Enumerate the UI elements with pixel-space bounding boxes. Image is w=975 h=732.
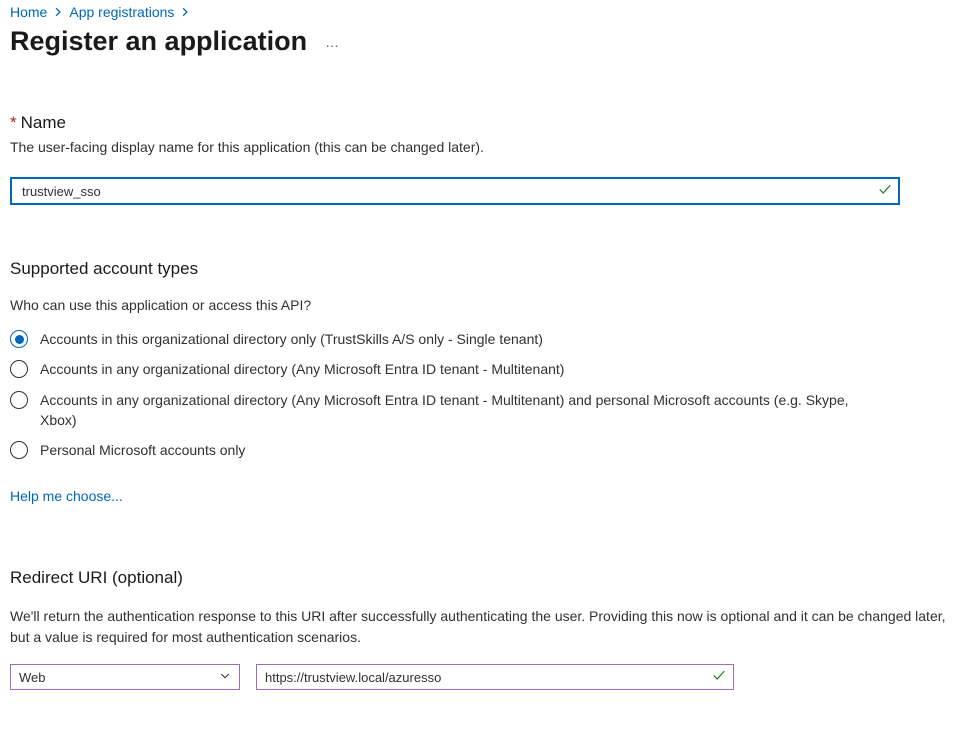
radio-selected-icon xyxy=(10,330,28,348)
account-type-option-single-tenant[interactable]: Accounts in this organizational director… xyxy=(10,329,965,349)
radio-unselected-icon xyxy=(10,360,28,378)
chevron-right-icon xyxy=(53,4,63,20)
app-name-input[interactable] xyxy=(10,177,900,205)
checkmark-icon xyxy=(712,669,726,686)
account-type-option-multitenant[interactable]: Accounts in any organizational directory… xyxy=(10,359,965,379)
breadcrumb-app-registrations[interactable]: App registrations xyxy=(69,4,174,20)
redirect-uri-description: We'll return the authentication response… xyxy=(10,606,950,648)
radio-label: Accounts in any organizational directory… xyxy=(40,390,885,431)
account-type-option-personal-only[interactable]: Personal Microsoft accounts only xyxy=(10,440,965,460)
radio-unselected-icon xyxy=(10,391,28,409)
required-asterisk-icon: * xyxy=(10,113,17,132)
account-types-description: Who can use this application or access t… xyxy=(10,297,965,313)
name-field-label: *Name xyxy=(10,113,965,133)
redirect-uri-header: Redirect URI (optional) xyxy=(10,568,965,588)
account-types-header: Supported account types xyxy=(10,259,965,279)
chevron-down-icon xyxy=(219,670,231,685)
more-actions-button[interactable]: … xyxy=(325,34,339,50)
name-field-description: The user-facing display name for this ap… xyxy=(10,139,965,155)
breadcrumb: Home App registrations xyxy=(10,4,965,20)
radio-label: Personal Microsoft accounts only xyxy=(40,440,245,460)
platform-select-value: Web xyxy=(19,670,46,685)
redirect-uri-input[interactable] xyxy=(256,664,734,690)
radio-label: Accounts in this organizational director… xyxy=(40,329,543,349)
page-title: Register an application xyxy=(10,26,307,57)
page-header: Register an application … xyxy=(10,26,965,57)
chevron-right-icon xyxy=(180,4,190,20)
breadcrumb-home[interactable]: Home xyxy=(10,4,47,20)
platform-select[interactable]: Web xyxy=(10,664,240,690)
account-types-section: Supported account types Who can use this… xyxy=(10,259,965,504)
account-types-radio-group: Accounts in this organizational director… xyxy=(10,329,965,460)
radio-unselected-icon xyxy=(10,441,28,459)
redirect-uri-section: Redirect URI (optional) We'll return the… xyxy=(10,568,965,690)
name-field-section: *Name The user-facing display name for t… xyxy=(10,113,965,205)
radio-label: Accounts in any organizational directory… xyxy=(40,359,564,379)
checkmark-icon xyxy=(878,183,892,200)
help-me-choose-link[interactable]: Help me choose... xyxy=(10,488,123,504)
account-type-option-multitenant-personal[interactable]: Accounts in any organizational directory… xyxy=(10,390,965,431)
